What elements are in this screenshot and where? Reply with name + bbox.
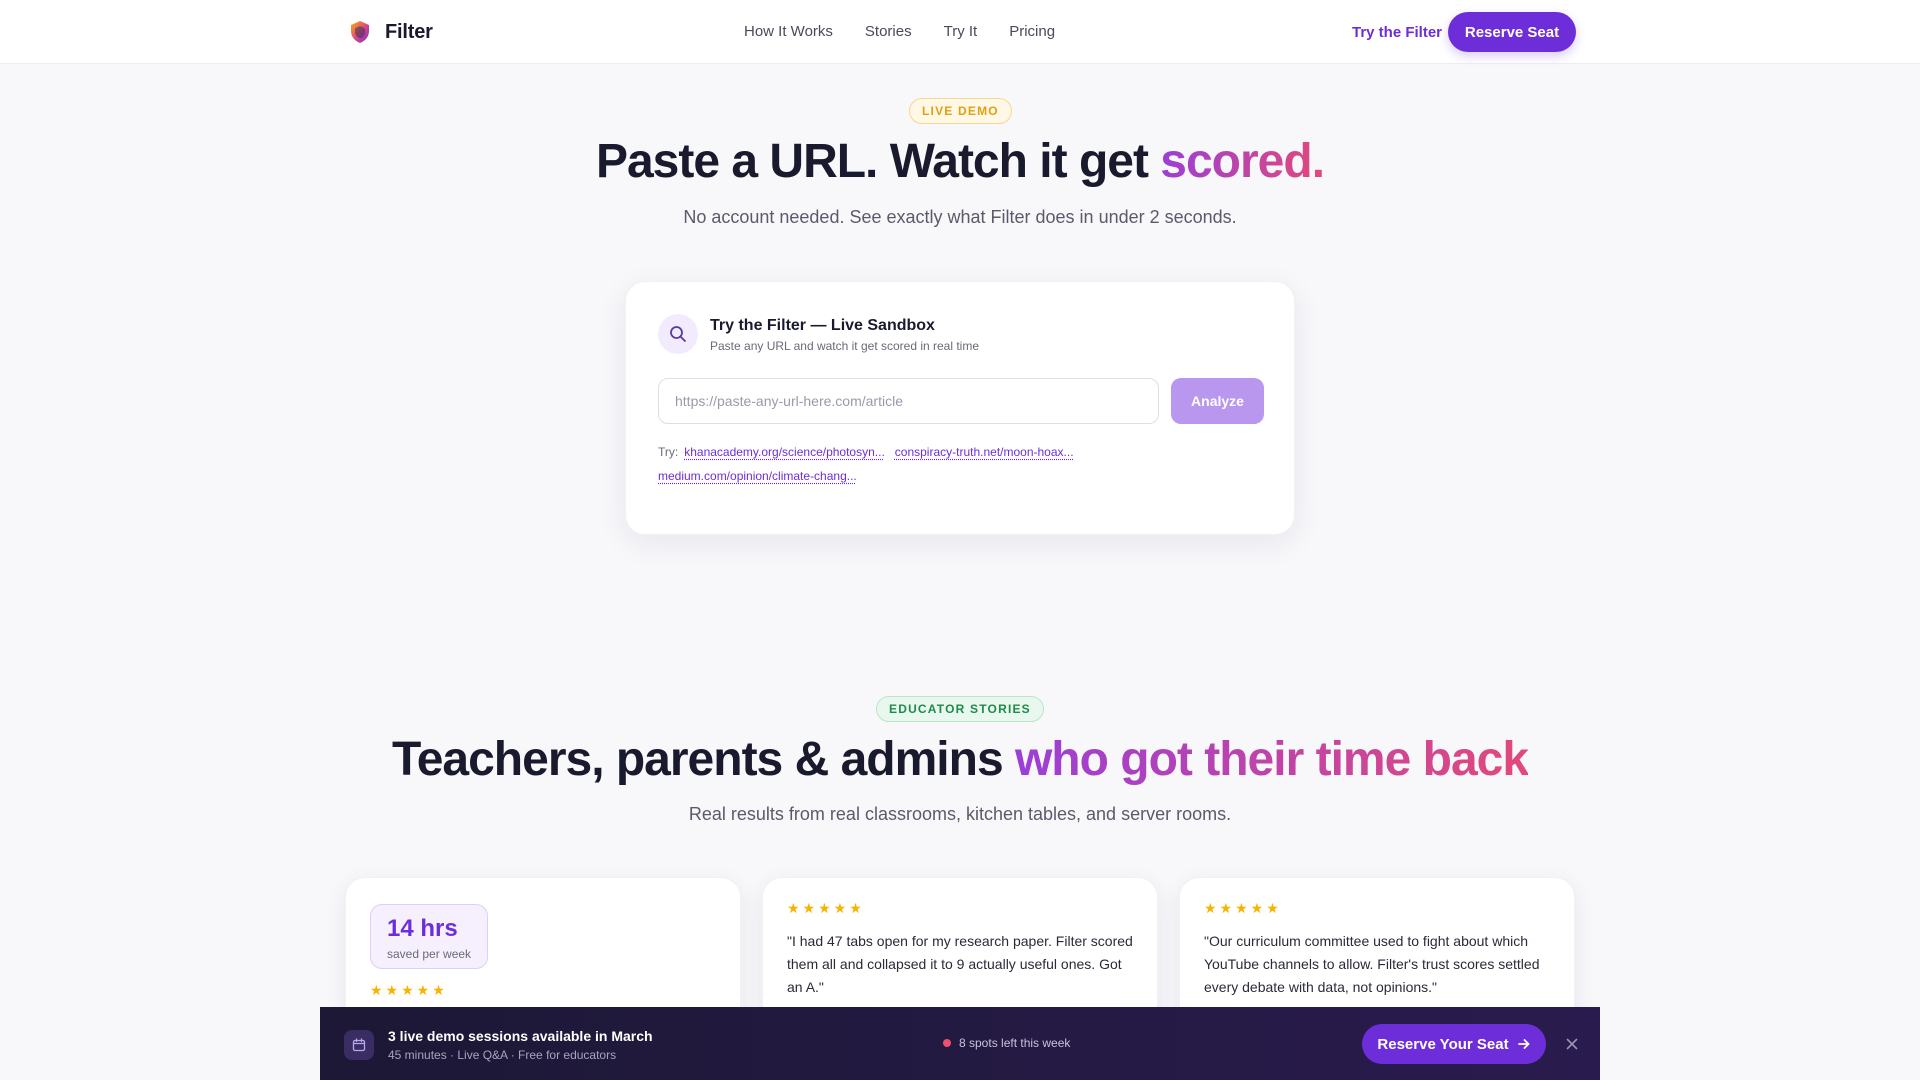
try-the-filter-link[interactable]: Try the Filter <box>1352 24 1442 41</box>
close-icon[interactable] <box>1560 1032 1584 1056</box>
stories-subtitle: Real results from real classrooms, kitch… <box>688 804 1232 824</box>
calendar-icon <box>344 1030 374 1060</box>
reserve-your-seat-button[interactable]: Reserve Your Seat <box>1362 1024 1546 1064</box>
stories-title-plain: Teachers, parents & admins <box>391 733 1015 786</box>
stories-title: Teachers, parents & admins who got their… <box>0 732 1920 787</box>
star-rating: ★★★★★ <box>787 900 865 916</box>
brand[interactable]: Filter <box>349 20 433 44</box>
nav-link-pricing[interactable]: Pricing <box>1009 23 1055 40</box>
testimonial-quote: "Our curriculum committee used to fight … <box>1204 933 1540 995</box>
top-nav: Filter How It Works Stories Try It Prici… <box>0 0 1920 64</box>
url-input[interactable] <box>658 378 1159 424</box>
testimonial-quote: "I had 47 tabs open for my research pape… <box>787 933 1133 995</box>
hero-subtitle: No account needed. See exactly what Filt… <box>683 207 1237 227</box>
stat-box: 14 hrs saved per week <box>370 904 488 969</box>
live-demo-badge: LIVE DEMO <box>909 98 1012 124</box>
stories-title-accent: who got their time back <box>1014 733 1529 786</box>
search-icon <box>658 314 698 354</box>
reserve-your-seat-label: Reserve Your Seat <box>1377 1035 1509 1053</box>
hero-title-accent: scored. <box>1160 135 1325 188</box>
reserve-seat-button[interactable]: Reserve Seat <box>1448 12 1576 52</box>
shield-logo-icon <box>351 21 369 43</box>
announcement-title: 3 live demo sessions available in March <box>388 1028 653 1044</box>
stat-label: saved per week <box>387 947 472 961</box>
sandbox-description: Paste any URL and watch it get scored in… <box>710 339 980 353</box>
demo-sessions-bar: 3 live demo sessions available in March … <box>320 1007 1600 1080</box>
live-sandbox-card: Try the Filter — Live Sandbox Paste any … <box>625 281 1295 535</box>
spots-left-text: 8 spots left this week <box>959 1036 1071 1050</box>
brand-name: Filter <box>385 20 433 43</box>
example-urls: Try: khanacademy.org/science/photosyn... c… <box>658 440 1258 488</box>
hero-title: Paste a URL. Watch it get scored. <box>0 134 1920 189</box>
star-rating: ★★★★★ <box>370 982 448 998</box>
try-label: Try: <box>658 445 679 459</box>
nav-link-how-it-works[interactable]: How It Works <box>744 23 833 40</box>
educator-stories-badge: EDUCATOR STORIES <box>876 696 1044 722</box>
example-url-medium[interactable]: medium.com/opinion/climate-chang... <box>658 469 857 483</box>
star-rating: ★★★★★ <box>1204 900 1282 916</box>
announcement-subtitle: 45 minutes · Live Q&A · Free for educato… <box>388 1048 617 1062</box>
hero-title-plain: Paste a URL. Watch it get <box>595 135 1161 188</box>
nav-link-try-it[interactable]: Try It <box>944 23 978 40</box>
spots-left: 8 spots left this week <box>943 1036 1070 1050</box>
example-url-conspiracy[interactable]: conspiracy-truth.net/moon-hoax... <box>895 445 1074 459</box>
nav-links: How It Works Stories Try It Pricing <box>744 23 1055 40</box>
example-url-khanacademy[interactable]: khanacademy.org/science/photosyn... <box>684 445 885 459</box>
status-dot-icon <box>943 1039 951 1047</box>
nav-link-stories[interactable]: Stories <box>865 23 912 40</box>
stat-value: 14 hrs <box>387 915 458 942</box>
arrow-right-icon <box>1517 1039 1529 1049</box>
analyze-button[interactable]: Analyze <box>1171 378 1264 424</box>
sandbox-title: Try the Filter — Live Sandbox <box>710 317 935 334</box>
